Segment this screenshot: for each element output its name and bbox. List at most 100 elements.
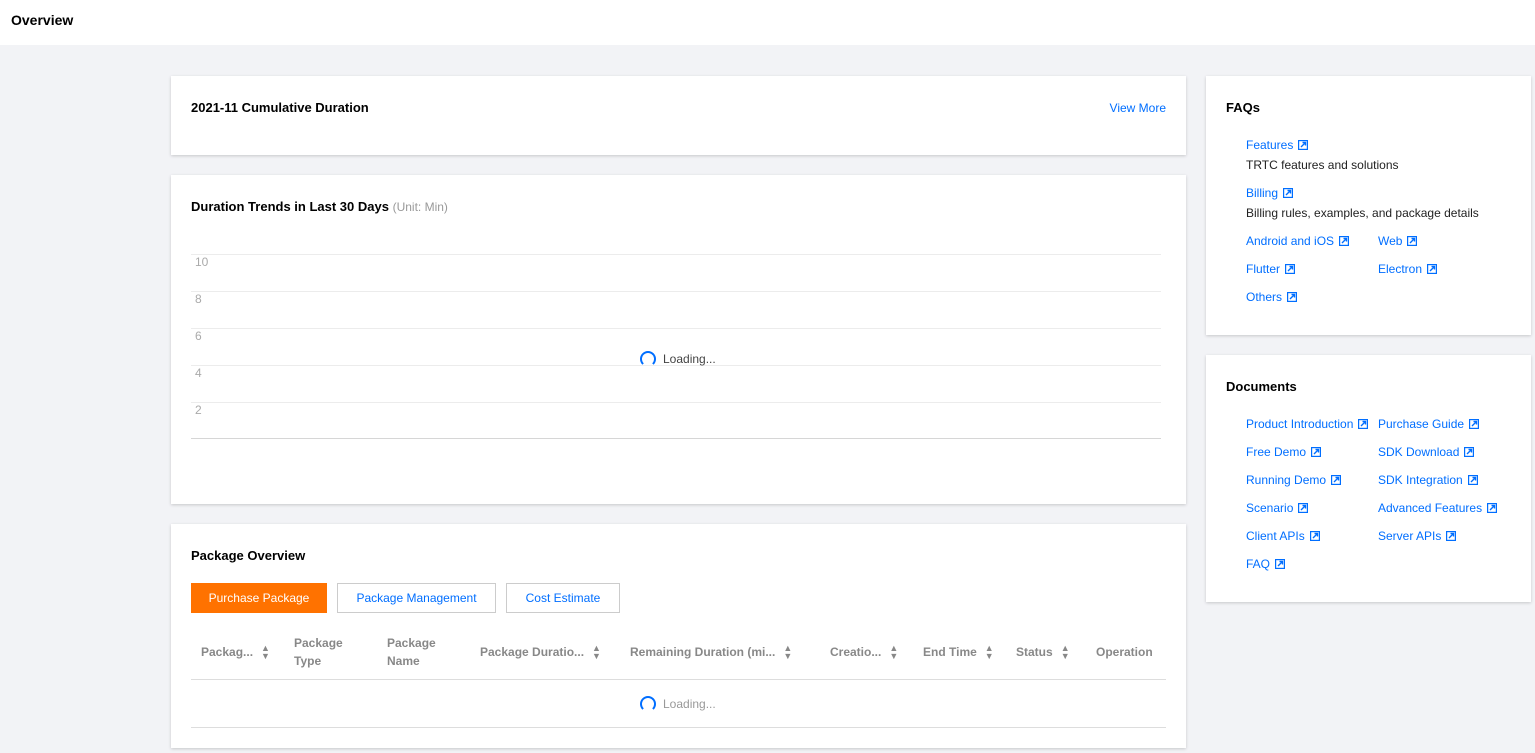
loading-spinner-icon: [640, 351, 656, 367]
link-label: Web: [1378, 234, 1403, 248]
column-header-creation-time[interactable]: Creatio... ▲ ▼: [830, 643, 898, 661]
column-header-label: Creatio...: [830, 645, 882, 659]
column-header-label: Operation: [1096, 645, 1153, 659]
gridline: [191, 291, 1161, 292]
y-tick-label: 2: [195, 403, 202, 417]
link-label: Purchase Guide: [1378, 417, 1465, 431]
doc-link-faq[interactable]: FAQ: [1246, 557, 1285, 571]
purchase-package-button[interactable]: Purchase Package: [191, 583, 327, 613]
link-label: SDK Integration: [1378, 473, 1463, 487]
column-header-end-time[interactable]: End Time ▲ ▼: [923, 643, 994, 661]
doc-link-purchase-guide[interactable]: Purchase Guide: [1378, 417, 1479, 431]
column-header-label: Status: [1016, 645, 1053, 659]
external-link-icon: [1298, 503, 1308, 513]
column-header-package-duration[interactable]: Package Duratio... ▲ ▼: [480, 643, 601, 661]
doc-link-scenario[interactable]: Scenario: [1246, 501, 1308, 515]
duration-trends-unit: (Unit: Min): [392, 200, 448, 214]
documents-title: Documents: [1226, 379, 1297, 394]
package-overview-title: Package Overview: [191, 548, 306, 563]
sort-icon[interactable]: ▲ ▼: [1061, 644, 1070, 661]
link-label: Scenario: [1246, 501, 1294, 515]
faq-link-others[interactable]: Others: [1246, 290, 1297, 304]
link-label: SDK Download: [1378, 445, 1460, 459]
documents-card: Documents Product Introduction Purchase …: [1206, 355, 1531, 602]
column-header-label: Packag...: [201, 645, 254, 659]
faq-link-web[interactable]: Web: [1378, 234, 1417, 248]
doc-link-product-introduction[interactable]: Product Introduction: [1246, 417, 1368, 431]
link-label: Android and iOS: [1246, 234, 1335, 248]
link-label: Flutter: [1246, 262, 1281, 276]
sort-icon[interactable]: ▲ ▼: [592, 644, 601, 661]
link-label: Free Demo: [1246, 445, 1307, 459]
link-label: FAQ: [1246, 557, 1271, 571]
page-title: Overview: [11, 12, 74, 28]
external-link-icon: [1311, 447, 1321, 457]
y-tick-label: 4: [195, 366, 202, 380]
link-label: Server APIs: [1378, 529, 1442, 543]
sort-icon[interactable]: ▲ ▼: [783, 644, 792, 661]
external-link-icon: [1287, 292, 1297, 302]
column-header-label: Package Name: [387, 636, 436, 668]
cumulative-duration-card: 2021-11 Cumulative Duration View More: [171, 76, 1186, 155]
doc-link-client-apis[interactable]: Client APIs: [1246, 529, 1320, 543]
chart-loading-indicator: Loading...: [640, 351, 716, 367]
view-more-link[interactable]: View More: [1110, 101, 1166, 115]
duration-trends-title: Duration Trends in Last 30 Days (Unit: M…: [191, 199, 448, 214]
link-label: Advanced Features: [1378, 501, 1483, 515]
column-header-label: Package Duratio...: [480, 645, 585, 659]
external-link-icon: [1468, 475, 1478, 485]
column-header-label: Package Type: [294, 636, 343, 668]
top-bar: Overview: [0, 0, 1535, 45]
external-link-icon: [1469, 419, 1479, 429]
package-overview-card: Package Overview Purchase Package Packag…: [171, 524, 1186, 748]
y-tick-label: 6: [195, 329, 202, 343]
link-label: Electron: [1378, 262, 1423, 276]
sort-icon[interactable]: ▲ ▼: [889, 644, 898, 661]
faq-link-features[interactable]: Features: [1246, 138, 1308, 152]
link-label: Others: [1246, 290, 1283, 304]
column-header-status[interactable]: Status ▲ ▼: [1016, 643, 1070, 661]
doc-link-sdk-integration[interactable]: SDK Integration: [1378, 473, 1478, 487]
x-axis-line: [191, 438, 1161, 439]
doc-link-advanced-features[interactable]: Advanced Features: [1378, 501, 1497, 515]
column-header-package-type: Package Type: [294, 634, 364, 670]
chart-loading-text: Loading...: [663, 352, 716, 366]
link-label: Running Demo: [1246, 473, 1327, 487]
faqs-card: FAQs Features TRTC features and solution…: [1206, 76, 1531, 335]
external-link-icon: [1298, 140, 1308, 150]
column-header-remaining-duration[interactable]: Remaining Duration (mi... ▲ ▼: [630, 643, 792, 661]
external-link-icon: [1339, 236, 1349, 246]
sort-icon[interactable]: ▲ ▼: [261, 644, 270, 661]
cost-estimate-button[interactable]: Cost Estimate: [506, 583, 620, 613]
doc-link-running-demo[interactable]: Running Demo: [1246, 473, 1341, 487]
doc-link-free-demo[interactable]: Free Demo: [1246, 445, 1321, 459]
y-tick-label: 8: [195, 292, 202, 306]
package-management-button[interactable]: Package Management: [337, 583, 496, 613]
column-header-label: End Time: [923, 645, 977, 659]
doc-link-sdk-download[interactable]: SDK Download: [1378, 445, 1474, 459]
faq-link-billing[interactable]: Billing: [1246, 186, 1293, 200]
external-link-icon: [1427, 264, 1437, 274]
duration-trends-card: Duration Trends in Last 30 Days (Unit: M…: [171, 175, 1186, 504]
sort-icon[interactable]: ▲ ▼: [985, 644, 994, 661]
faq-link-electron[interactable]: Electron: [1378, 262, 1437, 276]
external-link-icon: [1331, 475, 1341, 485]
features-description: TRTC features and solutions: [1246, 158, 1399, 172]
external-link-icon: [1358, 419, 1368, 429]
link-label: Product Introduction: [1246, 417, 1354, 431]
faq-link-flutter[interactable]: Flutter: [1246, 262, 1295, 276]
external-link-icon: [1487, 503, 1497, 513]
table-divider: [191, 679, 1166, 680]
cumulative-duration-title: 2021-11 Cumulative Duration: [191, 100, 369, 115]
faq-link-android-ios[interactable]: Android and iOS: [1246, 234, 1349, 248]
gridline: [191, 254, 1161, 255]
gridline: [191, 328, 1161, 329]
link-label: Features: [1246, 138, 1294, 152]
doc-link-server-apis[interactable]: Server APIs: [1378, 529, 1456, 543]
column-header-label: Remaining Duration (mi...: [630, 645, 776, 659]
column-header-package-id[interactable]: Packag... ▲ ▼: [201, 643, 270, 661]
external-link-icon: [1310, 531, 1320, 541]
table-loading-text: Loading...: [663, 697, 716, 711]
link-label: Billing: [1246, 186, 1279, 200]
external-link-icon: [1446, 531, 1456, 541]
